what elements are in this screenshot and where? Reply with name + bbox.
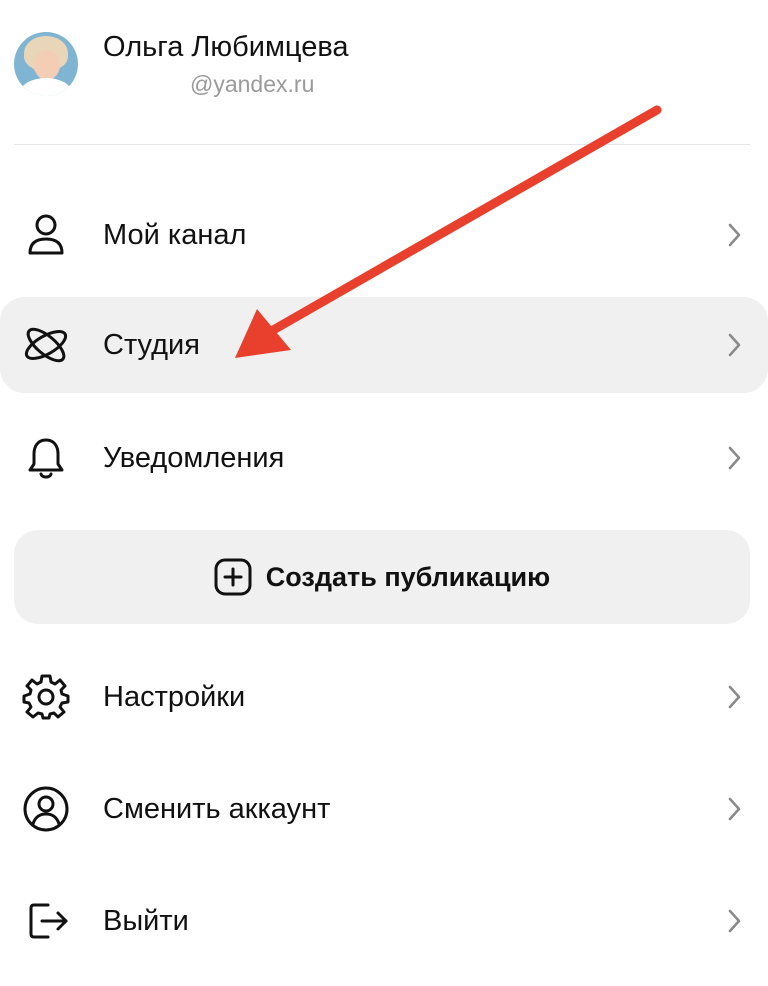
menu-item-notifications[interactable]: Уведомления [0, 410, 768, 506]
chevron-right-icon [722, 795, 746, 823]
create-publication-label: Создать публикацию [265, 561, 551, 592]
user-email: @yandex.ru [190, 71, 315, 97]
chevron-right-icon [722, 444, 746, 472]
menu-item-label: Студия [103, 329, 200, 361]
user-name: Ольга Любимцева [103, 31, 349, 63]
plus-square-icon [214, 558, 252, 596]
menu-item-settings[interactable]: Настройки [0, 649, 768, 745]
chevron-right-icon [722, 221, 746, 249]
logout-icon [22, 897, 70, 945]
account-circle-icon [22, 785, 70, 833]
bell-icon [22, 434, 70, 482]
menu-item-studio[interactable]: Студия [0, 297, 768, 393]
menu-item-logout[interactable]: Выйти [0, 873, 768, 969]
menu-item-my-channel[interactable]: Мой канал [0, 187, 768, 283]
avatar[interactable] [14, 32, 78, 96]
profile-header[interactable]: Ольга Любимцева @yandex.ru [0, 0, 768, 130]
chevron-right-icon [722, 907, 746, 935]
menu-item-label: Настройки [103, 681, 246, 713]
menu-item-switch-account[interactable]: Сменить аккаунт [0, 761, 768, 857]
menu-item-label: Уведомления [103, 442, 285, 474]
menu-item-label: Выйти [103, 905, 189, 937]
atom-icon [22, 321, 70, 369]
gear-icon [22, 673, 70, 721]
chevron-right-icon [722, 331, 746, 359]
person-icon [22, 211, 70, 259]
create-publication-button[interactable]: Создать публикацию [14, 530, 750, 624]
chevron-right-icon [722, 683, 746, 711]
menu-item-label: Сменить аккаунт [103, 793, 331, 825]
divider [14, 144, 750, 145]
menu-item-label: Мой канал [103, 219, 247, 251]
